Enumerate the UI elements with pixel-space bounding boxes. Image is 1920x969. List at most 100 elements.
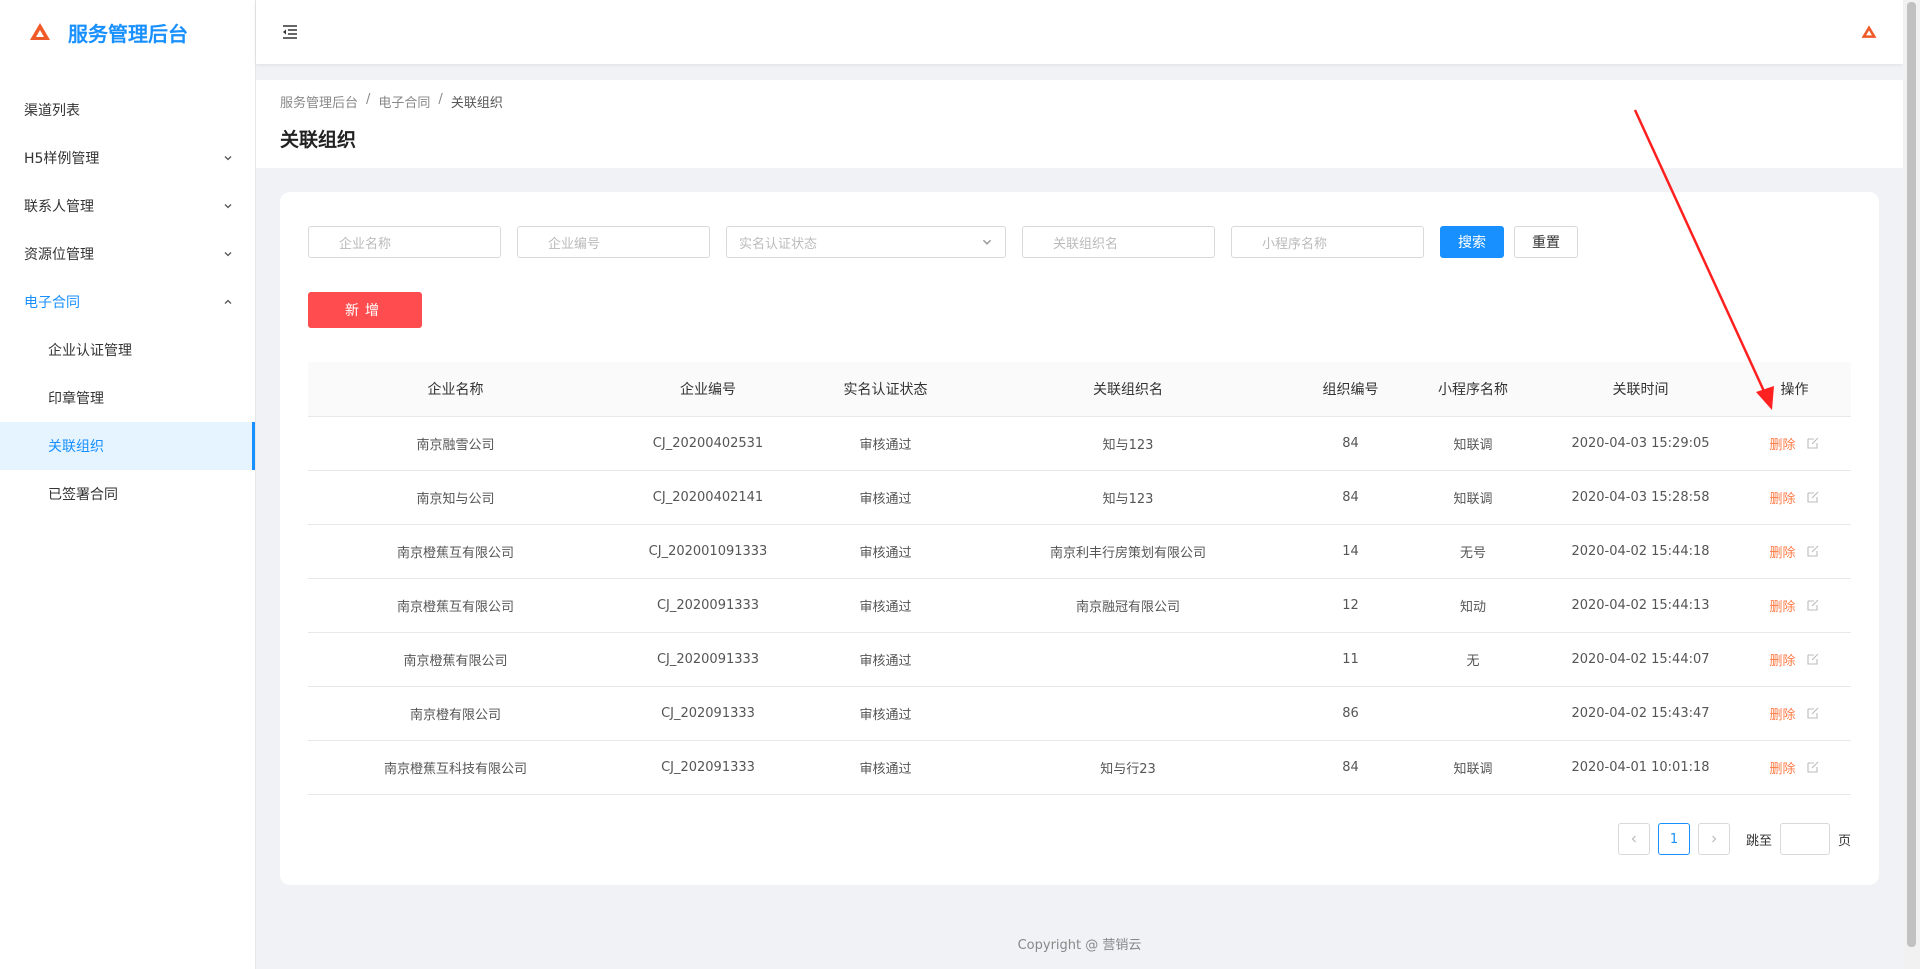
cell-org: 知与123 [958, 416, 1298, 471]
vertical-scrollbar[interactable] [1903, 0, 1920, 969]
page-suffix-label: 页 [1837, 833, 1851, 849]
sidebar-item-resources[interactable]: 资源位管理 [0, 230, 255, 278]
cell-org [958, 686, 1298, 741]
page-title: 关联组织 [280, 129, 357, 151]
chevron-down-icon [224, 156, 232, 161]
delete-button[interactable]: 删除 [1769, 650, 1795, 669]
cell-miniapp [1403, 686, 1543, 741]
sidebar-item-linked-orgs[interactable]: 关联组织 [0, 422, 255, 470]
search-button[interactable]: 搜索 [1440, 226, 1504, 258]
sidebar-item-label: 资源位管理 [24, 247, 94, 263]
sidebar-item-seals[interactable]: 印章管理 [0, 374, 255, 422]
top-header [256, 0, 1903, 64]
cell-org: 南京融冠有限公司 [958, 578, 1298, 633]
delete-button[interactable]: 删除 [1769, 596, 1795, 615]
column-header: 关联时间 [1543, 362, 1738, 417]
edit-icon[interactable] [1806, 760, 1820, 774]
sidebar: 服务管理后台 渠道列表 H5样例管理 联系人管理 资源位管理 电子合同 企业认证… [0, 0, 256, 969]
column-header: 企业编号 [603, 362, 813, 417]
page-header: 服务管理后台 / 电子合同 / 关联组织 关联组织 [256, 80, 1903, 168]
cell-org: 知与行23 [958, 740, 1298, 795]
jump-page-input[interactable] [1779, 823, 1830, 855]
logo[interactable]: 服务管理后台 [0, 0, 255, 64]
cell-miniapp: 知联调 [1403, 470, 1543, 525]
chevron-left-icon [1631, 835, 1636, 843]
cell-org: 南京利丰行房策划有限公司 [958, 524, 1298, 579]
sidebar-item-contacts[interactable]: 联系人管理 [0, 182, 255, 230]
column-header: 企业名称 [308, 362, 603, 417]
cell-miniapp: 无 [1403, 632, 1543, 687]
content-card: 企业名称 企业编号 实名认证状态 关联组织名 小程序名称 搜索 重置 新增 企业… [280, 192, 1879, 885]
cell-miniapp: 无号 [1403, 524, 1543, 579]
next-page-button[interactable] [1697, 823, 1730, 855]
scrollbar-thumb[interactable] [1907, 2, 1916, 947]
user-logo-icon[interactable] [1859, 22, 1879, 42]
cell-time: 2020-04-03 15:29:05 [1543, 416, 1738, 471]
auth-status-placeholder: 实名认证状态 [739, 236, 818, 252]
add-button[interactable]: 新增 [308, 292, 422, 328]
sidebar-item-label: 电子合同 [24, 295, 80, 311]
delete-button[interactable]: 删除 [1769, 488, 1795, 507]
company-code-input[interactable]: 企业编号 [517, 226, 710, 258]
org-name-input[interactable]: 关联组织名 [1022, 226, 1215, 258]
cell-org: 知与123 [958, 470, 1298, 525]
edit-icon[interactable] [1806, 544, 1820, 558]
miniapp-name-input[interactable]: 小程序名称 [1231, 226, 1424, 258]
cell-time: 2020-04-02 15:43:47 [1543, 686, 1738, 741]
sidebar-item-label: 联系人管理 [24, 199, 94, 215]
jump-label: 跳至 [1745, 833, 1772, 849]
sidebar-item-label: 企业认证管理 [48, 343, 132, 359]
cell-code: CJ_20200402531 [603, 416, 813, 471]
cell-status: 审核通过 [813, 632, 958, 687]
sidebar-item-signed-contracts[interactable]: 已签署合同 [0, 470, 255, 518]
cell-org-no: 14 [1298, 524, 1403, 579]
sidebar-item-label: H5样例管理 [24, 151, 100, 167]
action-group: 删除 [1738, 704, 1851, 723]
breadcrumb-separator: / [438, 92, 443, 107]
delete-button[interactable]: 删除 [1769, 434, 1795, 453]
cell-miniapp: 知联调 [1403, 416, 1543, 471]
action-group: 删除 [1738, 542, 1851, 561]
breadcrumb-separator: / [366, 92, 371, 107]
edit-icon[interactable] [1806, 598, 1820, 612]
cell-status: 审核通过 [813, 524, 958, 579]
auth-status-select[interactable]: 实名认证状态 [726, 226, 1006, 258]
action-group: 删除 [1738, 596, 1851, 615]
cell-miniapp: 知联调 [1403, 740, 1543, 795]
table-row: 南京橙蕉有限公司 CJ_2020091333 审核通过 11 无 2020-04-02 1… [308, 632, 1851, 687]
linked-org-table: 企业名称 企业编号 实名认证状态 关联组织名 组织编号 小程序名称 关联时间 操… [308, 362, 1851, 795]
cell-code: CJ_2020091333 [603, 632, 813, 687]
sidebar-item-channels[interactable]: 渠道列表 [0, 86, 255, 134]
logo-icon [30, 23, 50, 40]
delete-button[interactable]: 删除 [1769, 758, 1795, 777]
page-number-button[interactable]: 1 [1657, 823, 1690, 855]
delete-button[interactable]: 删除 [1769, 542, 1795, 561]
reset-button[interactable]: 重置 [1514, 226, 1578, 258]
table-row: 南京橙蕉互科技有限公司 CJ_202091333 审核通过 知与行23 84 知联调 202… [308, 740, 1851, 795]
table-body: 南京融雪公司 CJ_20200402531 审核通过 知与123 84 知联调 2020-0… [308, 416, 1851, 795]
cell-time: 2020-04-01 10:01:18 [1543, 740, 1738, 795]
edit-icon[interactable] [1806, 490, 1820, 504]
edit-icon[interactable] [1806, 652, 1820, 666]
cell-company: 南京知与公司 [308, 470, 603, 525]
breadcrumb-item[interactable]: 电子合同 [378, 92, 430, 111]
edit-icon[interactable] [1806, 436, 1820, 450]
breadcrumb-item[interactable]: 服务管理后台 [280, 92, 358, 111]
pagination: 1 跳至 页 [1617, 823, 1851, 855]
app-title: 服务管理后台 [68, 21, 188, 46]
chevron-down-icon [224, 252, 232, 257]
menu-fold-icon[interactable] [280, 22, 300, 42]
cell-actions: 删除 [1738, 416, 1851, 471]
cell-time: 2020-04-02 15:44:13 [1543, 578, 1738, 633]
sidebar-item-h5[interactable]: H5样例管理 [0, 134, 255, 182]
cell-company: 南京橙蕉互有限公司 [308, 524, 603, 579]
cell-actions: 删除 [1738, 578, 1851, 633]
prev-page-button[interactable] [1617, 823, 1650, 855]
sidebar-item-contracts[interactable]: 电子合同 [0, 278, 255, 326]
cell-miniapp: 知动 [1403, 578, 1543, 633]
company-name-input[interactable]: 企业名称 [308, 226, 501, 258]
sidebar-item-company-auth[interactable]: 企业认证管理 [0, 326, 255, 374]
edit-icon[interactable] [1806, 706, 1820, 720]
cell-company: 南京融雪公司 [308, 416, 603, 471]
delete-button[interactable]: 删除 [1769, 704, 1795, 723]
